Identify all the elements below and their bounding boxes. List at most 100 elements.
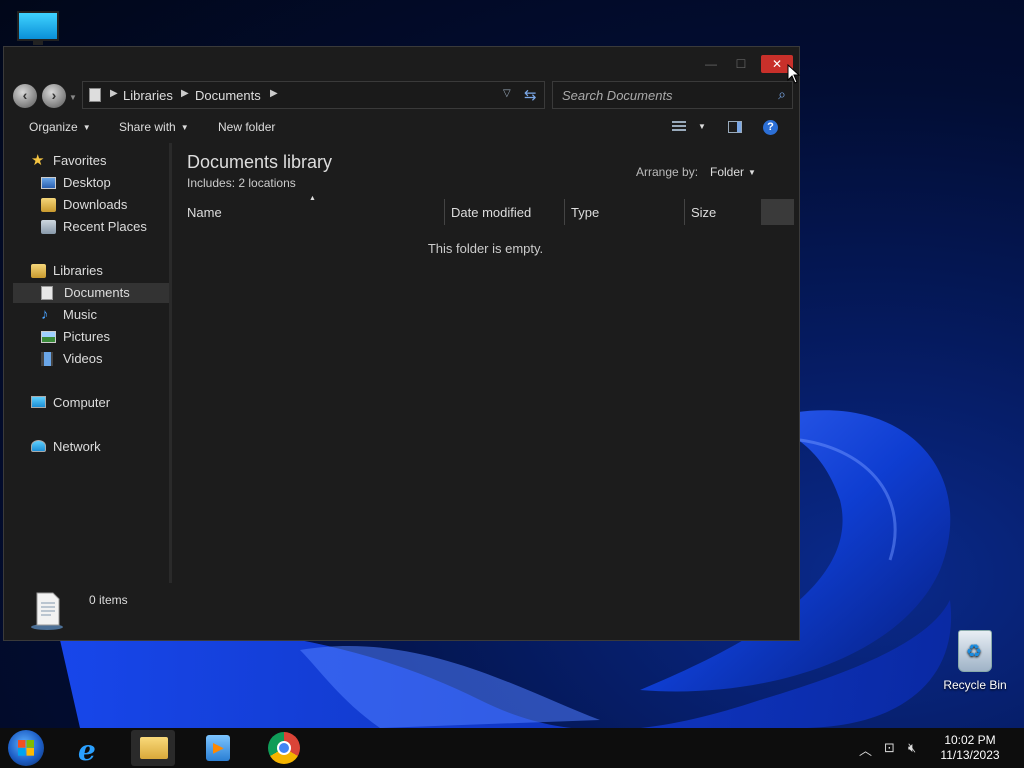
internet-explorer-icon: e: [78, 734, 96, 767]
nav-item-recent-places[interactable]: Recent Places: [41, 217, 166, 237]
pictures-icon: [41, 331, 56, 343]
search-box[interactable]: Search Documents ⌕: [552, 81, 793, 109]
chevron-right-icon[interactable]: ▶: [181, 88, 189, 99]
navigation-pane: ★ Favorites Desktop Downloads Recent Pla…: [4, 143, 169, 583]
library-includes: Includes: 2 locations: [187, 176, 296, 190]
taskbar-internet-explorer[interactable]: e: [68, 730, 112, 767]
nav-item-music[interactable]: ♪ Music: [41, 305, 166, 325]
clock-time: 10:02 PM: [944, 733, 996, 747]
document-icon: [89, 88, 101, 102]
music-note-icon: ♪: [41, 306, 49, 323]
nav-item-desktop[interactable]: Desktop: [41, 173, 166, 193]
view-options-icon[interactable]: [672, 121, 686, 133]
library-title: Documents library: [187, 152, 333, 172]
column-divider[interactable]: [564, 199, 565, 225]
nav-item-favorites[interactable]: ★ Favorites: [31, 151, 166, 171]
taskbar-file-explorer[interactable]: [131, 730, 175, 766]
monitor-icon: [17, 11, 59, 41]
document-large-icon: [31, 592, 63, 630]
share-with-label: Share with: [119, 120, 176, 134]
nav-item-videos[interactable]: Videos: [41, 349, 166, 369]
recent-pages-dropdown[interactable]: ▼: [69, 93, 77, 102]
help-icon[interactable]: ?: [763, 120, 778, 135]
view-dropdown-icon[interactable]: ▼: [698, 122, 706, 131]
forward-button[interactable]: ›: [42, 84, 66, 108]
system-clock[interactable]: 10:02 PM 11/13/2023: [930, 733, 1010, 763]
downloads-folder-icon: [41, 198, 56, 212]
taskbar-chrome[interactable]: [261, 730, 305, 766]
title-bar[interactable]: — ☐ ✕: [4, 47, 799, 79]
nav-item-libraries[interactable]: Libraries: [31, 261, 166, 281]
column-header-size[interactable]: Size: [691, 205, 716, 220]
navigation-row: ‹ › ▼ ▶ Libraries ▶ Documents ▶ ▽ ⇆ Sear…: [4, 79, 799, 113]
empty-folder-message: This folder is empty.: [427, 241, 544, 256]
column-header-name[interactable]: Name: [187, 205, 222, 220]
item-count: 0 items: [89, 593, 128, 607]
recycle-bin-icon: ♻: [958, 630, 992, 672]
arrange-by-value: Folder: [710, 165, 745, 179]
taskbar-media-player[interactable]: ▶: [195, 730, 239, 766]
nav-item-network[interactable]: Network: [31, 437, 166, 457]
windows-logo-icon: [18, 740, 34, 756]
back-button[interactable]: ‹: [13, 84, 37, 108]
network-icon: [31, 440, 46, 452]
videos-icon: [41, 352, 53, 366]
content-pane: Documents library Includes: 2 locations …: [172, 143, 799, 583]
nav-item-documents[interactable]: Documents: [13, 283, 169, 303]
taskbar: e ▶ ︿ ⊡ 🔇︎ 10:02 PM 11/13/2023: [0, 728, 1024, 768]
maximize-button[interactable]: ☐: [727, 55, 755, 73]
recycle-bin-label: Recycle Bin: [943, 678, 1007, 692]
new-folder-button[interactable]: New folder: [218, 120, 275, 134]
command-bar: Organize ▼ Share with ▼ New folder ▼ ?: [4, 113, 799, 143]
minimize-button[interactable]: —: [697, 55, 725, 73]
start-button[interactable]: [8, 730, 44, 766]
nav-item-downloads[interactable]: Downloads: [41, 195, 166, 215]
details-pane: 0 items: [4, 583, 799, 640]
chevron-down-icon: ▼: [82, 123, 91, 132]
show-hidden-icons-chevron-icon[interactable]: ︿: [859, 740, 872, 759]
column-divider[interactable]: [684, 199, 685, 225]
chevron-right-icon[interactable]: ▶: [110, 88, 118, 99]
chevron-down-icon: ▼: [180, 123, 189, 132]
monitor-stand: [33, 41, 43, 45]
column-overflow-box[interactable]: [761, 199, 794, 225]
breadcrumb-documents[interactable]: Documents: [195, 88, 261, 103]
address-dropdown-icon[interactable]: ▽: [503, 88, 511, 99]
chevron-right-icon[interactable]: ▶: [270, 88, 278, 99]
recycle-bin-desktop-icon[interactable]: ♻ Recycle Bin: [936, 630, 1014, 692]
refresh-icon[interactable]: ⇆: [524, 86, 537, 104]
clock-date: 11/13/2023: [940, 748, 1000, 762]
mouse-cursor-icon: [787, 64, 801, 84]
organize-label: Organize: [29, 120, 78, 134]
search-input[interactable]: Search Documents: [562, 88, 673, 103]
explorer-window: — ☐ ✕ ‹ › ▼ ▶ Libraries ▶ Documents ▶ ▽ …: [3, 46, 800, 641]
includes-locations-link[interactable]: 2 locations: [238, 176, 295, 190]
column-divider[interactable]: [444, 199, 445, 225]
media-player-icon: ▶: [206, 735, 230, 761]
nav-item-pictures[interactable]: Pictures: [41, 327, 166, 347]
chrome-icon: [268, 732, 300, 764]
column-header-type[interactable]: Type: [571, 205, 599, 220]
sort-ascending-icon: ▲: [309, 195, 316, 202]
desktop-icon: [41, 177, 56, 189]
share-with-button[interactable]: Share with ▼: [119, 120, 189, 134]
libraries-folder-icon: [31, 264, 46, 278]
preview-pane-icon[interactable]: [728, 121, 742, 133]
nav-item-computer[interactable]: Computer: [31, 393, 166, 413]
folder-icon: [140, 737, 168, 759]
arrange-by-label: Arrange by:: [636, 165, 699, 179]
column-header-date-modified[interactable]: Date modified: [451, 205, 531, 220]
organize-button[interactable]: Organize ▼: [29, 120, 91, 134]
star-icon: ★: [31, 152, 45, 169]
chevron-down-icon: ▼: [748, 168, 756, 177]
arrange-by-dropdown[interactable]: Folder ▼: [710, 165, 756, 179]
search-icon[interactable]: ⌕: [778, 86, 786, 103]
network-status-icon[interactable]: ⊡: [884, 740, 895, 756]
includes-label: Includes:: [187, 176, 236, 190]
volume-muted-icon[interactable]: 🔇︎: [908, 740, 916, 756]
recent-places-icon: [41, 220, 56, 234]
address-bar[interactable]: ▶ Libraries ▶ Documents ▶ ▽ ⇆: [82, 81, 545, 109]
breadcrumb-libraries[interactable]: Libraries: [123, 88, 173, 103]
documents-icon: [41, 286, 53, 300]
computer-icon: [31, 396, 46, 408]
